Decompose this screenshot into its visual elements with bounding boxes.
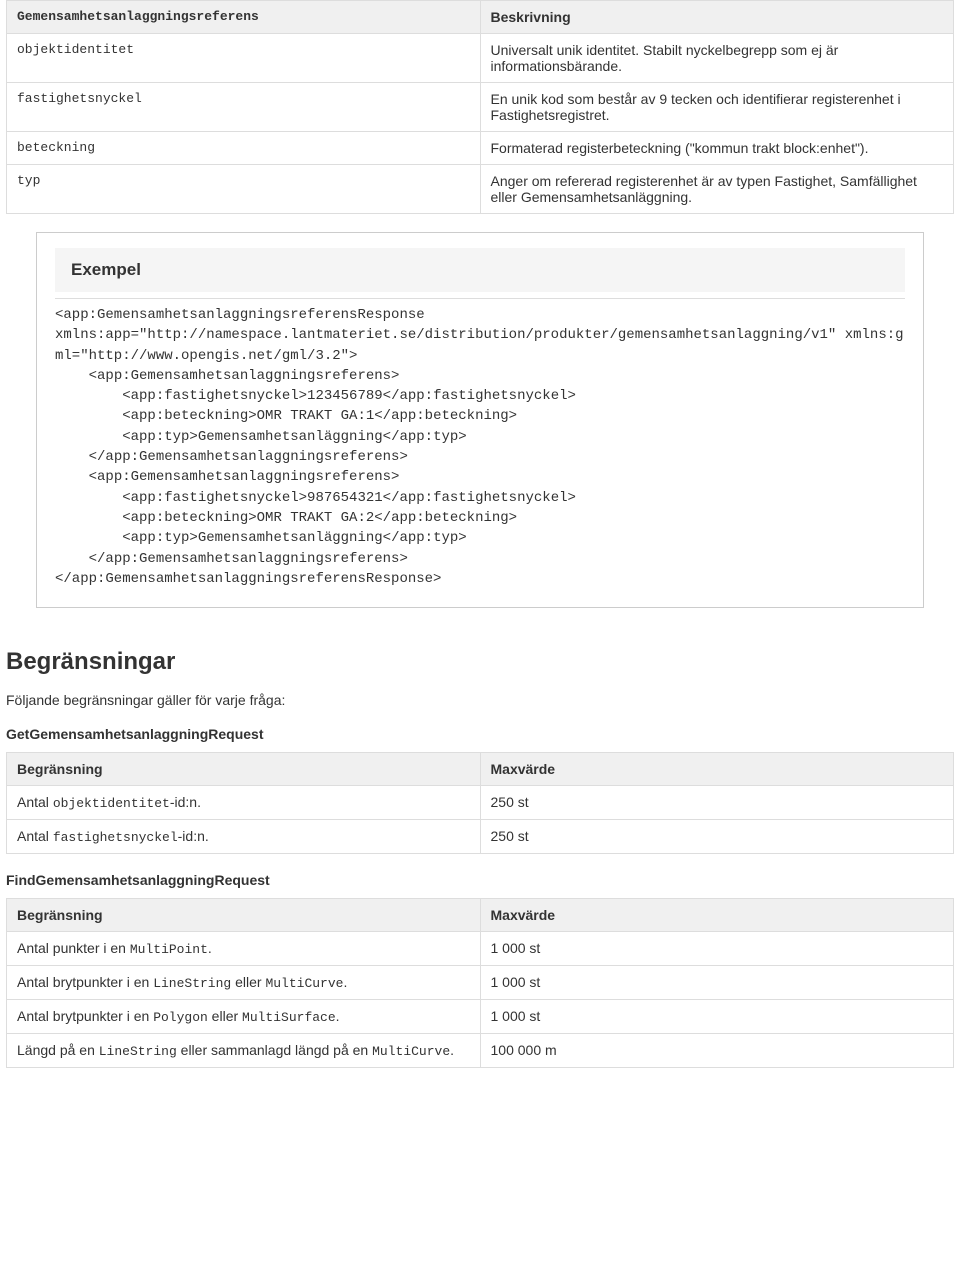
limit-header-max: Maxvärde: [480, 753, 954, 786]
ref-name: objektidentitet: [7, 34, 481, 83]
table-row: objektidentitet Universalt unik identite…: [7, 34, 954, 83]
request2-title: FindGemensamhetsanlaggningRequest: [6, 872, 954, 888]
ref-desc: Anger om refererad registerenhet är av t…: [480, 165, 954, 214]
limit-max: 1 000 st: [480, 1000, 954, 1034]
limit-constraint: Antal fastighetsnyckel-id:n.: [7, 820, 481, 854]
limit-header-constraint: Begränsning: [7, 753, 481, 786]
limit-constraint: Längd på en LineString eller sammanlagd …: [7, 1034, 481, 1068]
table-row: beteckning Formaterad registerbeteckning…: [7, 132, 954, 165]
request1-title: GetGemensamhetsanlaggningRequest: [6, 726, 954, 742]
example-code: <app:GemensamhetsanlaggningsreferensResp…: [55, 298, 905, 589]
limitations-heading: Begränsningar: [6, 648, 954, 676]
limit-constraint: Antal brytpunkter i en Polygon eller Mul…: [7, 1000, 481, 1034]
ref-name: typ: [7, 165, 481, 214]
table-row: Antal brytpunkter i en Polygon eller Mul…: [7, 1000, 954, 1034]
example-box: Exempel <app:Gemensamhetsanlaggningsrefe…: [36, 232, 924, 608]
limit-constraint: Antal objektidentitet-id:n.: [7, 786, 481, 820]
limitations-table-2: Begränsning Maxvärde Antal punkter i en …: [6, 898, 954, 1068]
table-row: fastighetsnyckel En unik kod som består …: [7, 83, 954, 132]
reference-table: Gemensamhetsanlaggningsreferens Beskrivn…: [6, 0, 954, 214]
table-header-desc: Beskrivning: [480, 1, 954, 34]
limit-header-max: Maxvärde: [480, 899, 954, 932]
table-row: Antal fastighetsnyckel-id:n. 250 st: [7, 820, 954, 854]
limit-header-constraint: Begränsning: [7, 899, 481, 932]
ref-desc: Universalt unik identitet. Stabilt nycke…: [480, 34, 954, 83]
table-row: Antal punkter i en MultiPoint. 1 000 st: [7, 932, 954, 966]
table-row: Antal brytpunkter i en LineString eller …: [7, 966, 954, 1000]
table-row: Längd på en LineString eller sammanlagd …: [7, 1034, 954, 1068]
table-row: typ Anger om refererad registerenhet är …: [7, 165, 954, 214]
limit-max: 250 st: [480, 786, 954, 820]
table-header-ref: Gemensamhetsanlaggningsreferens: [7, 1, 481, 34]
limitations-intro: Följande begränsningar gäller för varje …: [6, 692, 954, 708]
ref-desc: Formaterad registerbeteckning ("kommun t…: [480, 132, 954, 165]
limit-max: 250 st: [480, 820, 954, 854]
example-title: Exempel: [55, 248, 905, 292]
limit-max: 1 000 st: [480, 966, 954, 1000]
limitations-table-1: Begränsning Maxvärde Antal objektidentit…: [6, 752, 954, 854]
ref-name: beteckning: [7, 132, 481, 165]
limit-max: 1 000 st: [480, 932, 954, 966]
limit-constraint: Antal brytpunkter i en LineString eller …: [7, 966, 481, 1000]
table-row: Antal objektidentitet-id:n. 250 st: [7, 786, 954, 820]
limit-max: 100 000 m: [480, 1034, 954, 1068]
ref-desc: En unik kod som består av 9 tecken och i…: [480, 83, 954, 132]
limit-constraint: Antal punkter i en MultiPoint.: [7, 932, 481, 966]
ref-name: fastighetsnyckel: [7, 83, 481, 132]
